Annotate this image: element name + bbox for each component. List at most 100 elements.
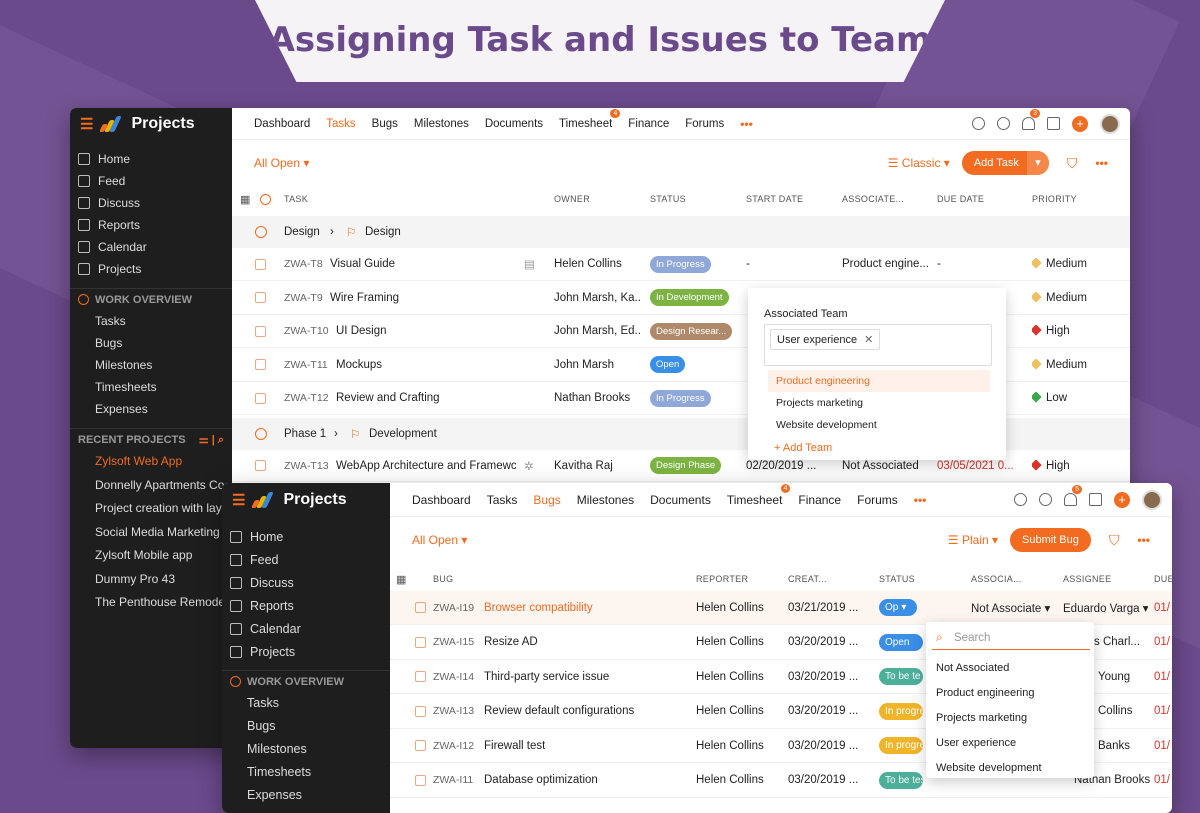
nav-item-feed[interactable]: Feed — [70, 170, 232, 192]
tab-bugs[interactable]: Bugs — [525, 493, 568, 507]
associated-team[interactable]: Not Associate ▾ — [971, 601, 1050, 615]
table-row[interactable]: ZWA-T8 Visual Guide ▤ Helen Collins In Progr… — [232, 248, 1130, 281]
team-option[interactable]: Product engineering — [768, 370, 990, 392]
row-checkbox[interactable] — [415, 602, 426, 613]
sidebar-item-tasks[interactable]: Tasks — [222, 692, 390, 715]
nav-item-projects[interactable]: Projects — [70, 258, 232, 280]
row-checkbox[interactable] — [255, 359, 266, 370]
bell-icon[interactable]: 3 — [1022, 109, 1040, 130]
close-icon[interactable]: ✕ — [864, 334, 873, 346]
tab-dashboard[interactable]: Dashboard — [404, 493, 479, 507]
collapse-icon[interactable] — [255, 226, 267, 238]
avatar[interactable] — [1142, 489, 1162, 510]
bug-name[interactable]: Database optimization — [484, 774, 598, 786]
bug-name[interactable]: Resize AD — [484, 636, 538, 648]
tab-bugs[interactable]: Bugs — [364, 118, 406, 130]
tab-documents[interactable]: Documents — [477, 118, 551, 130]
row-checkbox[interactable] — [255, 460, 266, 471]
status-pill[interactable]: In progre — [879, 702, 923, 720]
avatar[interactable] — [1100, 113, 1120, 134]
sidebar-item-timesheets[interactable]: Timesheets — [70, 376, 232, 398]
filter-dropdown[interactable]: All Open ▾ — [412, 533, 467, 547]
col-task[interactable]: TASK — [284, 194, 308, 204]
col-due[interactable]: DUE — [1154, 574, 1172, 584]
view-dropdown[interactable]: ☰ Classic ▾ — [888, 156, 950, 170]
chevron-down-icon[interactable]: ▾ — [1026, 151, 1049, 175]
row-checkbox[interactable] — [255, 258, 266, 270]
col-priority[interactable]: PRIORITY — [1032, 194, 1077, 204]
recent-project-item[interactable]: The Penthouse Remode — [70, 591, 232, 615]
app-logo[interactable]: ☰ Projects — [70, 108, 232, 140]
status-pill[interactable]: In progre — [879, 737, 923, 754]
filter-icon[interactable]: ⛉ — [1067, 155, 1078, 172]
nav-item-home[interactable]: Home — [70, 148, 232, 170]
col-status[interactable]: STATUS — [650, 194, 686, 204]
timer-icon[interactable] — [997, 117, 1010, 130]
col-owner[interactable]: OWNER — [554, 194, 590, 204]
collapse-icon[interactable] — [255, 428, 267, 440]
associated-option[interactable]: User experience — [936, 731, 1086, 756]
work-overview-header[interactable]: WORK OVERVIEW — [222, 670, 390, 692]
col-associated[interactable]: ASSOCIATE... — [842, 194, 904, 204]
bug-name[interactable]: Browser compatibility — [484, 602, 593, 614]
column-settings-icon[interactable]: ▦ — [396, 573, 407, 586]
add-team-link[interactable]: + Add Team — [774, 442, 832, 454]
menu-icon[interactable]: ☰ — [80, 115, 93, 133]
row-checkbox[interactable] — [415, 636, 426, 648]
view-dropdown[interactable]: ☰ Plain ▾ — [948, 533, 998, 547]
col-start-date[interactable]: START DATE — [746, 194, 803, 204]
col-status[interactable]: STATUS — [879, 574, 915, 584]
status-pill[interactable]: In Development — [650, 289, 729, 306]
status-pill[interactable]: To be te — [879, 668, 923, 685]
assignee[interactable]: Collins — [1098, 705, 1133, 717]
nav-item-projects[interactable]: Projects — [222, 640, 390, 663]
sidebar-item-timesheets[interactable]: Timesheets — [222, 761, 390, 784]
sidebar-item-expenses[interactable]: Expenses — [222, 784, 390, 807]
row-checkbox[interactable] — [415, 705, 426, 717]
nav-item-discuss[interactable]: Discuss — [70, 192, 232, 214]
row-checkbox[interactable] — [255, 292, 266, 303]
tab-timesheet[interactable]: Timesheet 4 — [719, 483, 791, 507]
sidebar-item-tasks[interactable]: Tasks — [70, 310, 232, 332]
tab-forums[interactable]: Forums — [849, 493, 906, 507]
nav-item-calendar[interactable]: Calendar — [222, 617, 390, 640]
tools-icon[interactable] — [1089, 493, 1102, 506]
more-tabs-icon[interactable]: ••• — [906, 493, 935, 507]
menu-icon[interactable]: ☰ — [232, 491, 245, 509]
nav-item-home[interactable]: Home — [222, 525, 390, 548]
row-checkbox[interactable] — [255, 392, 266, 404]
task-name[interactable]: Review and Crafting — [336, 392, 440, 404]
bell-icon[interactable]: 5 — [1064, 485, 1082, 506]
tools-icon[interactable] — [1047, 117, 1060, 130]
col-reporter[interactable]: REPORTER — [696, 574, 748, 584]
filter-dropdown[interactable]: All Open ▾ — [254, 156, 309, 170]
associated-option[interactable]: Projects marketing — [936, 706, 1086, 731]
associated-team[interactable]: Product engine... — [842, 258, 929, 270]
timer-icon[interactable] — [1039, 493, 1052, 506]
sidebar-item-bugs[interactable]: Bugs — [222, 715, 390, 738]
nav-item-reports[interactable]: Reports — [70, 214, 232, 236]
search-icon[interactable] — [1014, 493, 1027, 506]
table-row[interactable]: ZWA-I19 Browser compatibility Helen Collin… — [390, 591, 1172, 625]
col-bug[interactable]: BUG — [433, 574, 453, 584]
assignee[interactable]: Young — [1098, 671, 1130, 683]
tab-finance[interactable]: Finance — [620, 118, 677, 130]
associated-team[interactable]: Not Associated — [842, 460, 919, 472]
status-pill[interactable]: In Progress — [650, 389, 711, 407]
filter-icon[interactable]: ⛉ — [1109, 532, 1120, 549]
tab-forums[interactable]: Forums — [677, 118, 732, 130]
tab-timesheet[interactable]: Timesheet 4 — [551, 108, 621, 130]
task-name[interactable]: Visual Guide — [330, 258, 395, 270]
add-task-button[interactable]: Add Task ▾ — [961, 151, 1049, 175]
bug-name[interactable]: Third-party service issue — [484, 671, 609, 683]
task-name[interactable]: WebApp Architecture and Framewc — [336, 460, 516, 472]
nav-item-discuss[interactable]: Discuss — [222, 571, 390, 594]
recent-project-item[interactable]: Social Media Marketing — [70, 521, 232, 545]
more-tabs-icon[interactable]: ••• — [732, 117, 761, 131]
status-pill[interactable]: Open — [650, 356, 686, 373]
col-due-date[interactable]: DUE DATE — [937, 194, 984, 204]
row-checkbox[interactable] — [255, 325, 266, 337]
associated-option[interactable]: Website development — [936, 756, 1086, 781]
row-checkbox[interactable] — [415, 671, 426, 682]
recent-project-item[interactable]: Donnelly Apartments Co — [70, 474, 232, 498]
